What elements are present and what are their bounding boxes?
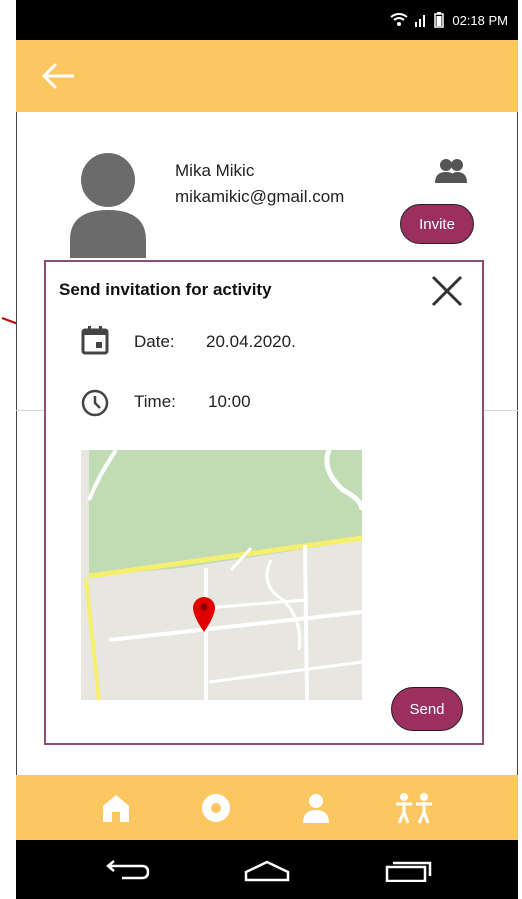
time-label: Time:	[134, 392, 176, 411]
clock-icon	[81, 389, 109, 417]
home-icon[interactable]	[100, 792, 132, 824]
status-icons	[390, 12, 445, 28]
profile-icon[interactable]	[300, 792, 332, 824]
user-name: Mika Mikic	[175, 161, 255, 180]
back-icon[interactable]	[100, 860, 150, 882]
app-bar	[16, 40, 518, 112]
people-icon[interactable]	[392, 792, 436, 824]
time-value: 10:00	[208, 392, 251, 411]
close-icon[interactable]	[428, 272, 466, 310]
record-icon[interactable]	[200, 792, 232, 824]
map[interactable]	[81, 450, 362, 700]
invite-button[interactable]: Invite	[400, 204, 474, 244]
send-button[interactable]: Send	[391, 687, 463, 731]
avatar	[70, 153, 146, 258]
date-label: Date:	[134, 332, 175, 351]
battery-icon	[434, 12, 445, 28]
signal-icon	[415, 15, 426, 27]
invitation-dialog: Send invitation for activity Date: 20.04…	[44, 260, 484, 745]
system-nav	[16, 840, 518, 899]
wifi-icon	[390, 13, 408, 26]
status-bar: 02:18 PM	[16, 0, 518, 40]
recents-icon[interactable]	[384, 860, 434, 882]
user-email: mikamikic@gmail.com	[175, 187, 345, 206]
status-time: 02:18 PM	[452, 12, 508, 28]
arrow-left-icon[interactable]	[38, 60, 78, 92]
home-icon[interactable]	[242, 860, 292, 882]
bottom-nav	[16, 775, 518, 840]
people-icon	[435, 159, 467, 183]
date-value: 20.04.2020.	[206, 332, 296, 351]
dialog-title: Send invitation for activity	[59, 280, 272, 299]
calendar-icon	[81, 326, 109, 355]
phone-screen: 02:18 PM Mika Mikic mikamikic@gmail.com …	[16, 0, 518, 899]
